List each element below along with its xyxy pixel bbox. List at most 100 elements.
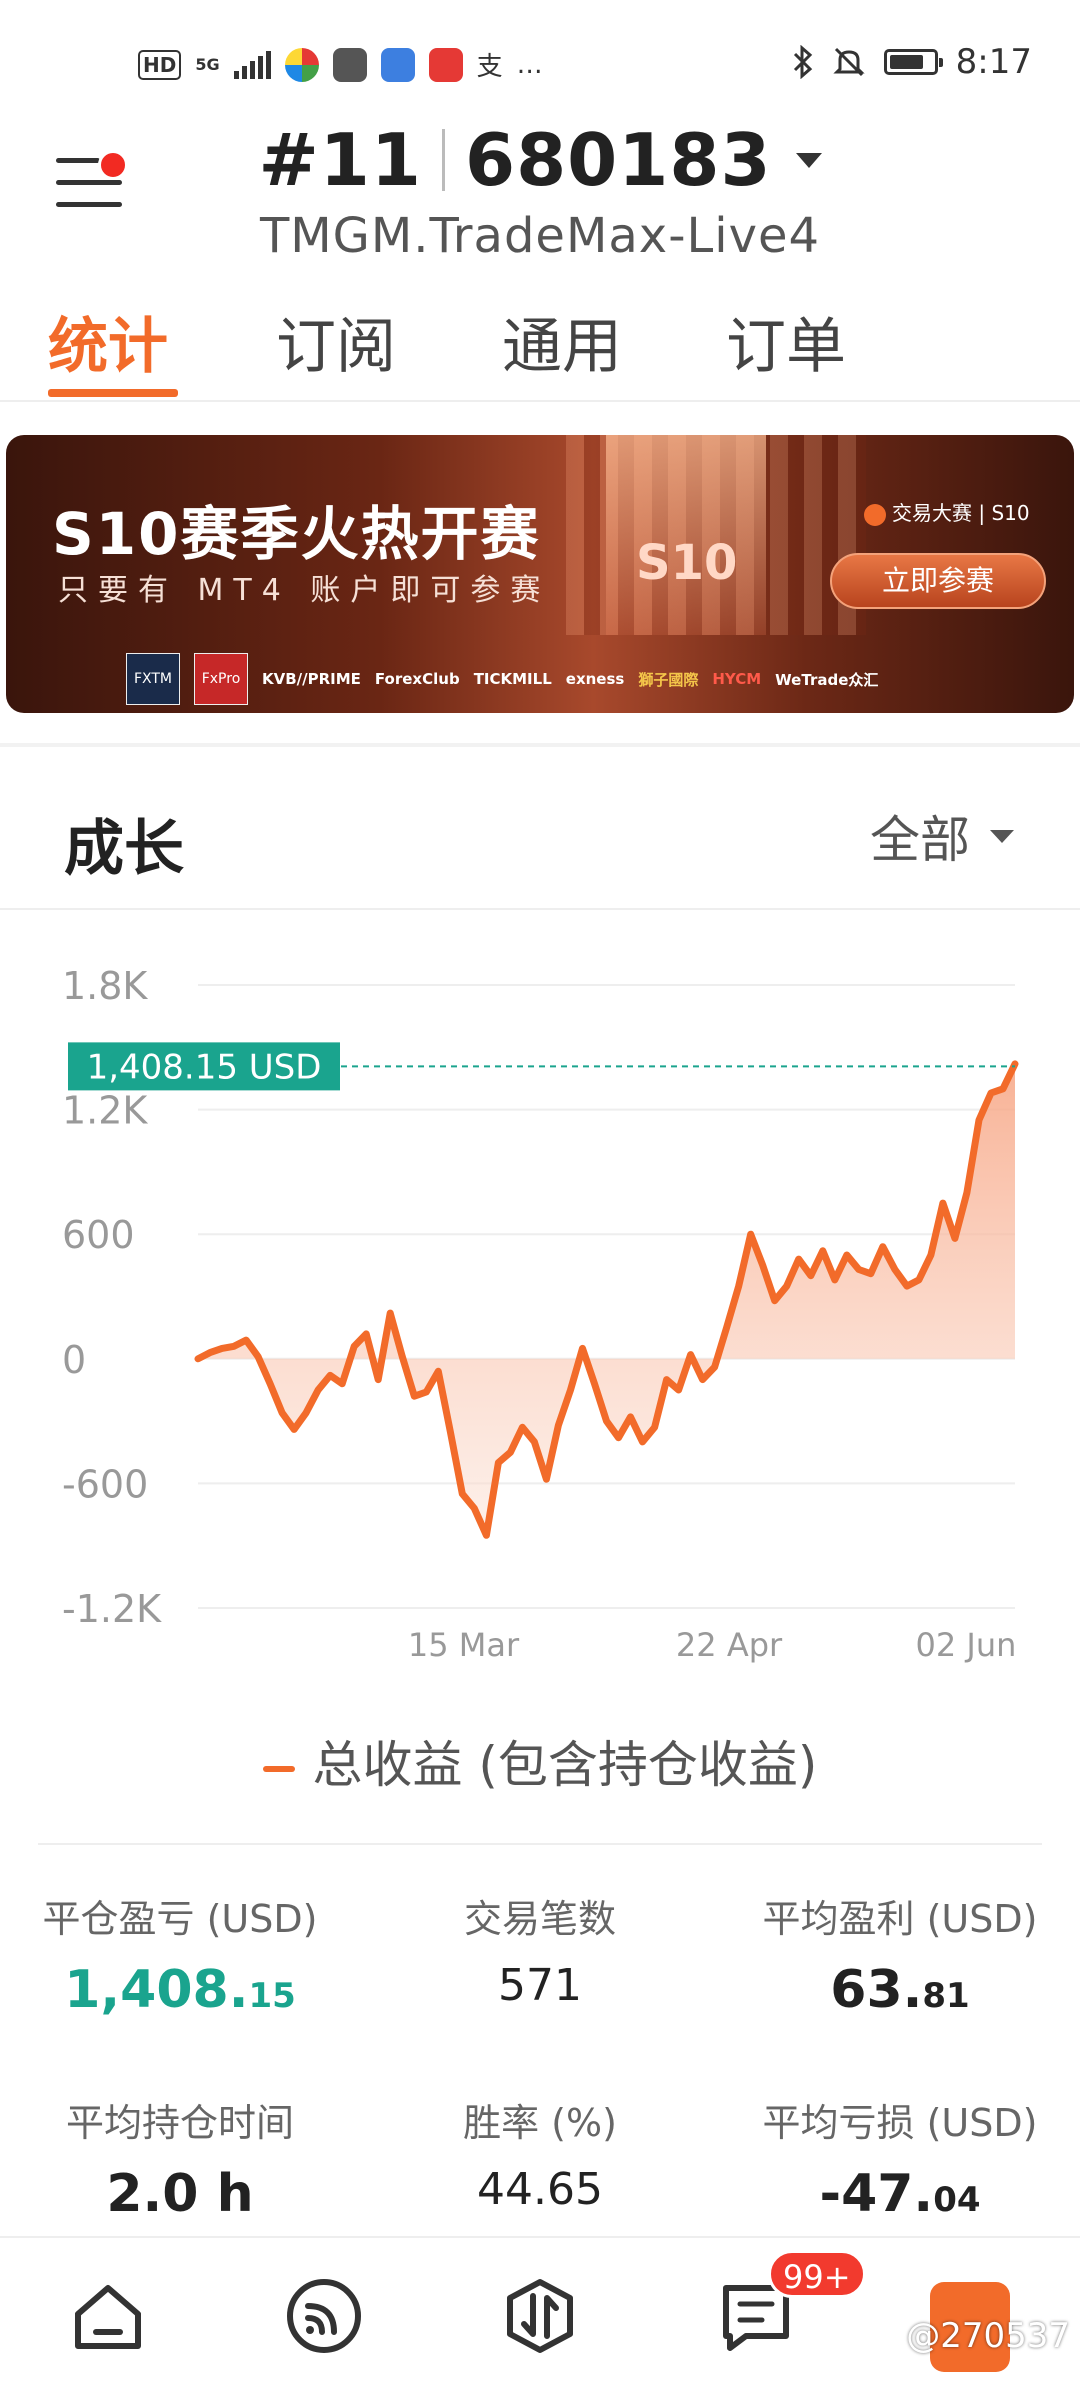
app-icon-1 (284, 47, 319, 82)
clock: 8:17 (955, 42, 1032, 82)
y-tick-label: 1.2K (62, 1089, 148, 1133)
stat-label: 平均持仓时间 (65, 2101, 294, 2145)
nav-trade[interactable] (500, 2276, 580, 2356)
tab-statistics[interactable]: 统计 (48, 298, 168, 385)
y-tick-label: 0 (62, 1338, 86, 1382)
banner-subtitle: 只要有 MT4 账户即可参赛 (58, 573, 551, 608)
y-tick-label: 600 (62, 1213, 135, 1257)
sponsor-logo: KVB//PRIME (262, 670, 361, 688)
stat-value-decimal: 15 (248, 1976, 296, 2016)
pay-icon: 支 (476, 52, 503, 82)
unread-badge: 99+ (768, 2250, 866, 2298)
range-filter-dropdown[interactable]: 全部 (870, 800, 1014, 872)
signal-feed-icon (287, 2279, 361, 2353)
stat-value-decimal: 04 (933, 2180, 981, 2220)
nav-signals[interactable] (284, 2276, 364, 2356)
app-icon-2 (332, 47, 367, 82)
x-tick-label: 22 Apr (676, 1626, 783, 1664)
stat-value-main: 44.65 (477, 2164, 603, 2215)
sponsor-logo: exness (565, 670, 625, 688)
trade-icon (507, 2279, 573, 2353)
tab-subscribe[interactable]: 订阅 (276, 298, 396, 385)
sponsor-logo: ForexClub (374, 670, 460, 688)
legend-label: 总收益 (包含持仓收益) (312, 1736, 818, 1794)
current-value-label: 1,408.15 USD (87, 1047, 322, 1087)
account-title[interactable]: #11 680183 (258, 118, 822, 202)
stat-value: 571 (360, 1960, 720, 2011)
y-tick-label: -600 (62, 1462, 148, 1506)
tab-general[interactable]: 通用 (502, 298, 622, 385)
more-notifications-icon: … (516, 49, 543, 80)
series-area (198, 1063, 1015, 1536)
x-tick-label: 15 Mar (408, 1626, 520, 1664)
stat-value-main: 2.0 h (106, 2164, 254, 2224)
account-prefix: #11 (258, 118, 422, 202)
banner-title: S10赛季火热开赛 (52, 500, 541, 568)
banner-brand-text: 交易大赛 | S10 (892, 501, 1030, 525)
account-number: 680183 (464, 118, 772, 202)
range-filter-label: 全部 (870, 811, 970, 869)
y-tick-label: 1.8K (62, 964, 148, 1008)
app-icon-3 (380, 47, 415, 82)
chevron-down-icon (990, 829, 1014, 843)
brand-icon (864, 503, 886, 526)
sponsor-logo: HYCM (712, 670, 762, 688)
account-separator (441, 129, 445, 191)
stat-label: 交易笔数 (463, 1897, 616, 1941)
menu-bar (56, 202, 122, 207)
stat-value-decimal: 81 (922, 1976, 970, 2016)
stat-value-main: 1,408. (64, 1960, 249, 2020)
stat-label: 平均盈利 (USD) (762, 1897, 1038, 1941)
chevron-down-icon[interactable] (795, 152, 822, 168)
tab-orders[interactable]: 订单 (726, 298, 846, 385)
server-name: TMGM.TradeMax-Live4 (259, 208, 821, 264)
network-type: 5G (195, 54, 220, 74)
stat-value-main: 63. (830, 1960, 923, 2020)
app-icon-4 (428, 47, 463, 82)
tab-indicator (48, 389, 178, 397)
stat-value-main: 571 (498, 1960, 582, 2011)
watermark: @270537 (906, 2316, 1070, 2356)
sponsor-strip: FXTM FxPro KVB//PRIME ForexClub TICKMILL… (126, 653, 878, 705)
stat-value: 1,408.15 (0, 1960, 360, 2020)
y-tick-label: -1.2K (62, 1587, 162, 1631)
section-divider (38, 1843, 1042, 1845)
sponsor-logo: FXTM (126, 653, 180, 705)
section-divider (0, 743, 1080, 747)
stat-value: 44.65 (360, 2164, 720, 2215)
stat-value: -47.04 (720, 2164, 1080, 2224)
stat-label: 胜率 (%) (463, 2101, 617, 2145)
account-selector[interactable]: #11 680183 (0, 118, 1080, 202)
chart-legend: 总收益 (包含持仓收益) (0, 1725, 1080, 1797)
join-now-button[interactable]: 立即参赛 (830, 553, 1046, 609)
banner-s10-logo: S10 (636, 535, 738, 591)
hd-indicator: HD (138, 49, 182, 80)
sponsor-logo: WeTrade众汇 (775, 670, 879, 689)
sponsor-logo: FxPro (194, 653, 248, 705)
growth-chart[interactable]: 1.8K 1.2K 600 0 -600 -1.2K 15 Mar 22 Apr 02 Jun 1… (0, 950, 1080, 1670)
growth-title: 成长 (64, 814, 184, 884)
status-right: 8:17 (792, 42, 1032, 82)
stat-value-main: -47. (819, 2164, 934, 2224)
section-divider (0, 908, 1080, 910)
stat-label: 平仓盈亏 (USD) (42, 1897, 318, 1941)
status-bar: HD 5G 支 … 8:17 (0, 0, 1080, 110)
battery-icon (883, 49, 943, 75)
promo-banner[interactable]: S10赛季火热开赛 只要有 MT4 账户即可参赛 S10 交易大赛 | S10 … (6, 435, 1074, 713)
banner-brand: 交易大赛 | S10 (864, 497, 1030, 526)
stat-value: 63.81 (720, 1960, 1080, 2020)
bluetooth-icon (793, 45, 812, 79)
tab-bar: 统计 订阅 通用 订单 (0, 292, 1080, 402)
status-left: HD 5G 支 … (138, 46, 543, 83)
sponsor-logo: 獅子國際 (638, 670, 699, 689)
sponsor-logo: TICKMILL (473, 670, 552, 688)
stat-label: 平均亏损 (USD) (762, 2101, 1038, 2145)
mute-bell-icon (833, 47, 865, 77)
signal-icon (233, 50, 271, 79)
nav-home[interactable] (68, 2276, 148, 2356)
home-icon (75, 2285, 141, 2349)
legend-swatch (262, 1765, 295, 1772)
x-tick-label: 02 Jun (916, 1626, 1017, 1664)
battery-level (889, 55, 924, 69)
stat-value: 2.0 h (0, 2164, 360, 2224)
